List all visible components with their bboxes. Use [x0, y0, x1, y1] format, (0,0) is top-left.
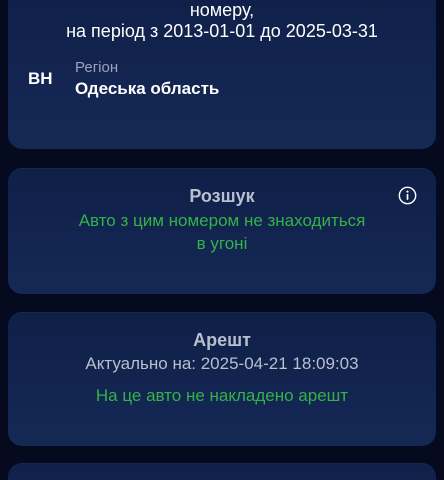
search-status-line-2: в угоні	[196, 234, 248, 253]
search-title: Розшук	[189, 186, 255, 206]
arrest-card: Арешт Актуально на: 2025-04-21 18:09:03 …	[8, 312, 436, 446]
next-card	[8, 463, 436, 480]
screen: номеру, на період з 2013-01-01 до 2025-0…	[0, 0, 444, 480]
region-label: Регіон	[75, 59, 119, 76]
period-region-card: номеру, на період з 2013-01-01 до 2025-0…	[8, 0, 436, 149]
info-circle-icon[interactable]	[398, 186, 417, 205]
period-line-1: номеру,	[189, 0, 255, 20]
search-status-line-1: Авто з цим номером не знаходиться	[78, 211, 366, 230]
period-line-2: на період з 2013-01-01 до 2025-03-31	[66, 21, 378, 41]
region-code: ВН	[28, 69, 53, 88]
arrest-title: Арешт	[193, 330, 251, 350]
arrest-status: На це авто не накладено арешт	[95, 386, 349, 405]
search-card: Розшук Авто з цим номером не знаходиться…	[8, 168, 436, 294]
arrest-actual-date: Актуально на: 2025-04-21 18:09:03	[85, 354, 359, 373]
region-value: Одеська область	[75, 79, 220, 98]
